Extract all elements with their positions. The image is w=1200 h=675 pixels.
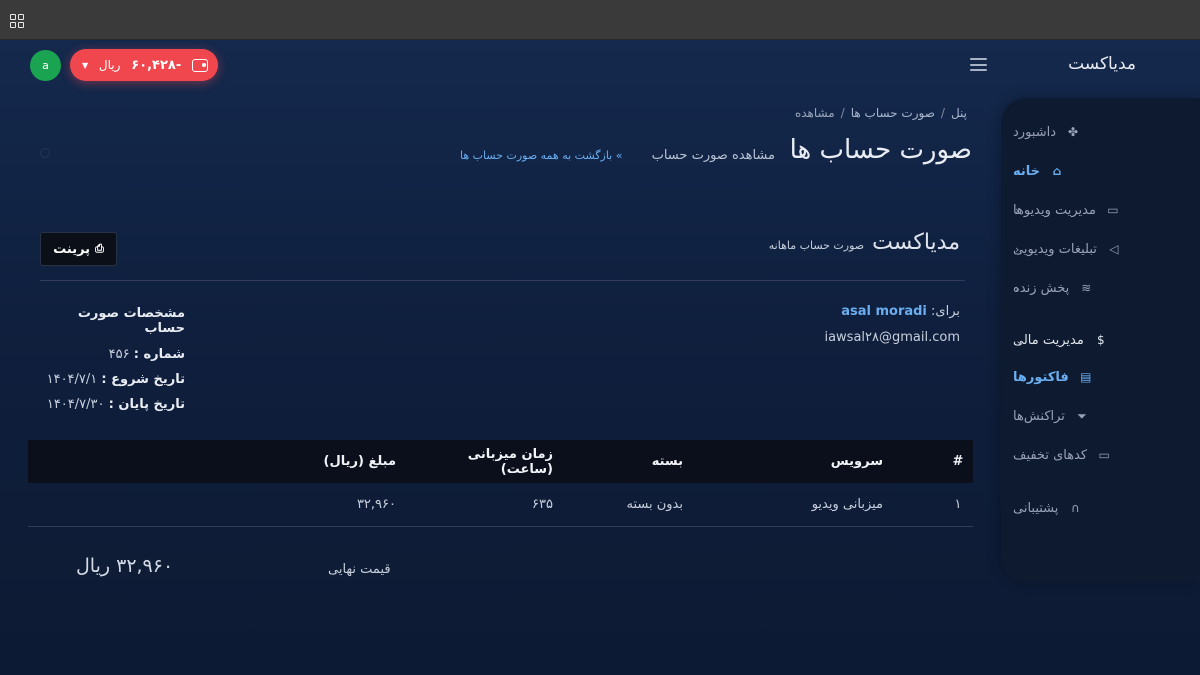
invoice-icon: ▤ bbox=[1080, 370, 1092, 384]
column-header: مبلغ (ریال) bbox=[323, 454, 396, 469]
chevron-left-icon: ‹ bbox=[1015, 203, 1020, 217]
page-subtitle: مشاهده صورت حساب bbox=[651, 148, 775, 163]
breadcrumb: پنل / صورت حساب ها / مشاهده bbox=[795, 106, 967, 120]
home-icon: ⌂ bbox=[1052, 164, 1062, 178]
sidebar-item-label: مدیریت ویدیوها bbox=[1013, 202, 1096, 218]
brand-logo[interactable]: مدیاکست bbox=[1068, 54, 1136, 74]
column-header: سرویس bbox=[830, 454, 883, 469]
megaphone-icon: ◁ bbox=[1109, 242, 1119, 256]
breadcrumb-link[interactable]: پنل bbox=[951, 106, 967, 120]
spec-end-label: تاریخ پایان : bbox=[108, 397, 185, 412]
spec-number-value: ۴۵۶ bbox=[108, 347, 130, 362]
total-value: ۳۲,۹۶۰ ریال bbox=[76, 555, 174, 577]
sidebar-item-label: کدهای تخفیف bbox=[1013, 447, 1088, 463]
video-icon: ▭ bbox=[1107, 203, 1119, 217]
bill-to-label: برای: bbox=[931, 304, 960, 319]
sidebar-item-label: پخش زنده bbox=[1013, 280, 1070, 296]
back-to-invoices-link[interactable]: » بازگشت به همه صورت حساب ها bbox=[460, 149, 622, 162]
bill-to: برای: asal moradi bbox=[841, 304, 960, 319]
invoice-table: # سرویس بسته زمان میزبانی (ساعت) مبلغ (ر… bbox=[28, 440, 973, 527]
print-label: پرینت bbox=[53, 241, 91, 257]
sidebar-item-home[interactable]: ⌂ خانه bbox=[1013, 160, 1176, 182]
invoice-brand: مدیاکست صورت حساب ماهانه bbox=[769, 230, 960, 255]
sidebar-item-video-ads[interactable]: ◁ تبلیغات ویدیویی ‹ bbox=[1013, 238, 1184, 260]
breadcrumb-separator: / bbox=[840, 106, 845, 120]
wallet-balance-button[interactable]: ▼ ریال ۶۰,۴۲۸- bbox=[70, 49, 218, 81]
sidebar-item-label: تبلیغات ویدیویی bbox=[1013, 241, 1097, 257]
spec-heading: مشخصات صورت حساب bbox=[77, 306, 185, 336]
table-cell: ۱ bbox=[954, 497, 962, 512]
customer-name: asal moradi bbox=[841, 304, 927, 319]
column-header: # bbox=[952, 454, 964, 469]
dollar-icon: $ bbox=[1097, 333, 1105, 347]
chevron-down-icon: ⌄ bbox=[1015, 333, 1025, 347]
avatar[interactable]: a bbox=[30, 50, 61, 81]
table-header: # سرویس بسته زمان میزبانی (ساعت) مبلغ (ر… bbox=[28, 440, 973, 483]
total-label: قیمت نهایی bbox=[328, 562, 391, 577]
column-header: بسته bbox=[651, 454, 683, 469]
sidebar-item-transactions[interactable]: ⏷ تراکنش‌ها bbox=[1013, 405, 1158, 427]
chevron-left-icon: ‹ bbox=[1015, 281, 1020, 295]
printer-icon: ⎙ bbox=[95, 242, 104, 255]
divider bbox=[40, 280, 965, 281]
table-cell: ۳۲,۹۶۰ bbox=[356, 497, 396, 512]
wallet-amount: ۶۰,۴۲۸- bbox=[131, 57, 182, 73]
wallet-currency: ریال bbox=[98, 58, 121, 72]
spec-start: تاریخ شروع : ۱۴۰۴/۷/۱ bbox=[40, 372, 185, 387]
app-window: مدیاکست a ▼ ریال ۶۰,۴۲۸- ✤ داشبورد ⌂ خان… bbox=[0, 40, 1200, 675]
filter-icon: ⏷ bbox=[1077, 408, 1087, 423]
invoice-specs: مشخصات صورت حساب شماره : ۴۵۶ تاریخ شروع … bbox=[40, 306, 185, 422]
sidebar-item-dashboard[interactable]: ✤ داشبورد bbox=[1013, 121, 1184, 143]
spec-number: شماره : ۴۵۶ bbox=[40, 347, 185, 362]
sidebar-item-discount-codes[interactable]: ▭ کدهای تخفیف bbox=[1013, 444, 1158, 466]
sidebar-item-finance[interactable]: $ مدیریت مالی ⌄ bbox=[1013, 329, 1184, 351]
sidebar-item-label: داشبورد bbox=[1013, 124, 1056, 140]
sidebar-item-live[interactable]: ≋ پخش زنده ‹ bbox=[1013, 277, 1184, 299]
spec-end-value: ۱۴۰۴/۷/۳۰ bbox=[46, 397, 105, 412]
invoice-type: صورت حساب ماهانه bbox=[768, 239, 865, 252]
customer-email: iawsal۲۸@gmail.com bbox=[824, 330, 960, 345]
sidebar-item-label: تراکنش‌ها bbox=[1013, 408, 1065, 424]
sidebar-item-label: خانه bbox=[1013, 163, 1041, 179]
spec-number-label: شماره : bbox=[133, 347, 185, 362]
spec-start-value: ۱۴۰۴/۷/۱ bbox=[46, 372, 98, 387]
os-taskbar bbox=[0, 0, 1200, 40]
ticket-icon: ▭ bbox=[1098, 448, 1110, 462]
app-grid-icon[interactable] bbox=[10, 14, 24, 28]
breadcrumb-separator: / bbox=[940, 106, 945, 120]
menu-toggle-icon[interactable] bbox=[970, 58, 987, 71]
table-cell: میزبانی ویدیو bbox=[811, 497, 883, 512]
spec-start-label: تاریخ شروع : bbox=[101, 372, 185, 387]
sidebar-item-support[interactable]: ∩ پشتیبانی bbox=[1013, 497, 1184, 519]
wifi-icon: ≋ bbox=[1081, 281, 1092, 295]
sidebar: ✤ داشبورد ⌂ خانه ▭ مدیریت ویدیوها ‹ ◁ تب… bbox=[1001, 98, 1200, 582]
table-cell: ۶۳۵ bbox=[532, 497, 553, 512]
sidebar-item-invoices[interactable]: ▤ فاکتورها bbox=[1013, 366, 1158, 388]
settings-icon[interactable] bbox=[40, 148, 50, 158]
chevron-down-icon: ▼ bbox=[82, 60, 89, 70]
breadcrumb-link[interactable]: صورت حساب ها bbox=[851, 106, 935, 120]
sidebar-item-label: فاکتورها bbox=[1013, 369, 1069, 385]
invoice-brand-name: مدیاکست bbox=[872, 230, 960, 255]
sidebar-item-videos[interactable]: ▭ مدیریت ویدیوها ‹ bbox=[1013, 199, 1184, 221]
puzzle-icon: ✤ bbox=[1067, 125, 1079, 139]
column-header: زمان میزبانی (ساعت) bbox=[467, 446, 553, 477]
breadcrumb-current: مشاهده bbox=[794, 106, 835, 120]
wallet-icon bbox=[191, 58, 208, 72]
sidebar-item-label: پشتیبانی bbox=[1013, 500, 1059, 516]
table-cell: بدون بسته bbox=[626, 497, 683, 512]
page-title: صورت حساب ها bbox=[789, 135, 972, 165]
chevron-left-icon: ‹ bbox=[1015, 242, 1020, 256]
spec-end: تاریخ پایان : ۱۴۰۴/۷/۳۰ bbox=[40, 397, 185, 412]
table-row: ۱ میزبانی ویدیو بدون بسته ۶۳۵ ۳۲,۹۶۰ bbox=[28, 483, 973, 527]
headset-icon: ∩ bbox=[1071, 501, 1080, 515]
print-button[interactable]: ⎙ پرینت bbox=[40, 232, 117, 266]
